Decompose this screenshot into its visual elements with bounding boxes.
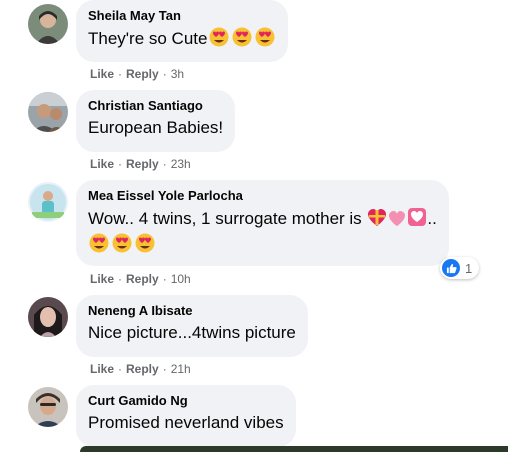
gift-heart-emoji-icon bbox=[367, 209, 387, 233]
comment-bubble: Mea Eissel Yole Parlocha Wow.. 4 twins, … bbox=[76, 180, 449, 266]
reply-link[interactable]: Reply bbox=[126, 272, 159, 286]
avatar[interactable] bbox=[28, 4, 68, 44]
comment-author[interactable]: Curt Gamido Ng bbox=[88, 393, 284, 409]
comment-actions: Like · Reply · 23h bbox=[90, 156, 191, 172]
comment-bubble: Curt Gamido Ng Promised neverland vibes bbox=[76, 385, 296, 447]
reply-link[interactable]: Reply bbox=[126, 157, 159, 171]
comment-actions: Like · Reply · 10h bbox=[90, 271, 191, 287]
heart-eyes-emoji-icon bbox=[88, 233, 110, 259]
heart-eyes-emoji-icon bbox=[254, 27, 276, 53]
avatar[interactable] bbox=[28, 387, 68, 427]
reply-link[interactable]: Reply bbox=[126, 362, 159, 376]
like-link[interactable]: Like bbox=[90, 272, 114, 286]
like-icon bbox=[442, 259, 460, 277]
comment-text: European Babies! bbox=[88, 118, 224, 137]
comment-bubble: Neneng A Ibisate Nice picture...4twins p… bbox=[76, 295, 308, 357]
comment-trailing-text: .. bbox=[427, 209, 437, 228]
attached-image-edge bbox=[80, 446, 508, 452]
like-link[interactable]: Like bbox=[90, 157, 114, 171]
separator: · bbox=[118, 157, 123, 171]
avatar[interactable] bbox=[28, 182, 68, 222]
timestamp[interactable]: 10h bbox=[171, 272, 191, 286]
like-link[interactable]: Like bbox=[90, 362, 114, 376]
like-link[interactable]: Like bbox=[90, 67, 114, 81]
comment-text: Nice picture...4twins picture bbox=[88, 323, 296, 342]
timestamp[interactable]: 3h bbox=[171, 67, 184, 81]
comment-bubble: Christian Santiago European Babies! bbox=[76, 90, 236, 152]
reply-link[interactable]: Reply bbox=[126, 67, 159, 81]
heart-eyes-emoji-icon bbox=[111, 233, 133, 259]
comment-text: Promised neverland vibes bbox=[88, 413, 284, 432]
comment-author[interactable]: Christian Santiago bbox=[88, 98, 223, 114]
comment-bubble: Sheila May Tan They're so Cute bbox=[76, 0, 289, 62]
avatar[interactable] bbox=[28, 297, 68, 337]
reaction-summary[interactable]: 1 bbox=[440, 257, 480, 279]
heart-eyes-emoji-icon bbox=[134, 233, 156, 259]
timestamp[interactable]: 21h bbox=[171, 362, 191, 376]
separator: · bbox=[162, 157, 167, 171]
heart-square-emoji-icon bbox=[407, 207, 427, 233]
comment-text: Wow.. 4 twins, 1 surrogate mother is bbox=[88, 209, 362, 228]
separator: · bbox=[118, 67, 123, 81]
comment-author[interactable]: Mea Eissel Yole Parlocha bbox=[88, 188, 437, 204]
separator: · bbox=[118, 272, 123, 286]
comment-author[interactable]: Sheila May Tan bbox=[88, 8, 276, 24]
separator: · bbox=[162, 272, 167, 286]
separator: · bbox=[162, 67, 167, 81]
separator: · bbox=[162, 362, 167, 376]
heart-eyes-emoji-icon bbox=[231, 27, 253, 53]
heart-eyes-emoji-icon bbox=[208, 27, 230, 53]
timestamp[interactable]: 23h bbox=[171, 157, 191, 171]
avatar[interactable] bbox=[28, 92, 68, 132]
comment-author[interactable]: Neneng A Ibisate bbox=[88, 303, 296, 319]
separator: · bbox=[118, 362, 123, 376]
reaction-count: 1 bbox=[465, 260, 473, 276]
pink-heart-emoji-icon bbox=[388, 211, 406, 233]
comment-text: They're so Cute bbox=[88, 29, 208, 48]
comment-actions: Like · Reply · 21h bbox=[90, 361, 191, 377]
comment-actions: Like · Reply · 3h bbox=[90, 66, 184, 82]
